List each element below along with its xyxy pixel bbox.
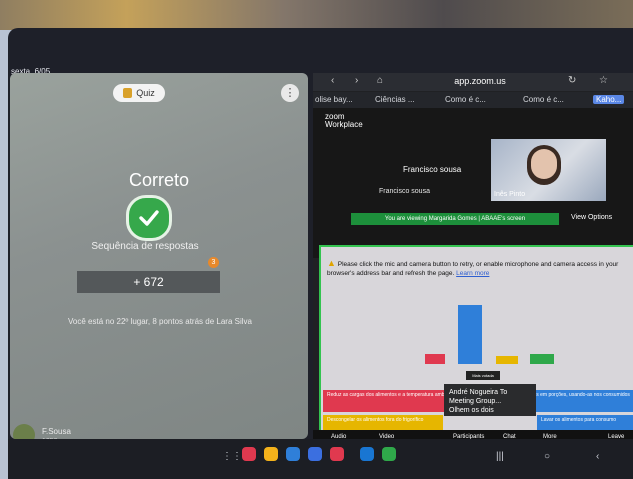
quiz-pane: Quiz ⋮ Correto Sequência de respostas 3 … — [10, 73, 308, 439]
app-icon-green[interactable] — [382, 447, 396, 461]
shared-screen: ▲ Please click the mic and camera button… — [319, 245, 633, 439]
photo-background: sexta, 6/05 Quiz ⋮ Correto Sequência de … — [0, 0, 633, 479]
quiz-chip-label: Quiz — [136, 88, 155, 98]
forward-icon[interactable]: › — [355, 75, 358, 86]
points-box: + 672 — [77, 271, 220, 293]
host-label: Francisco sousa — [379, 188, 430, 195]
chat-popup[interactable]: André Nogueira To Meeting Group... Olhem… — [444, 384, 536, 416]
app-icon-blue[interactable] — [286, 447, 300, 461]
url-field[interactable]: app.zoom.us — [405, 74, 555, 89]
answer-bar-green — [530, 354, 554, 364]
taskbar: ⋮⋮ ||| ○ ‹ — [8, 439, 633, 479]
app-icon-browser[interactable] — [360, 447, 374, 461]
most-voted-label: Mais votada — [466, 371, 500, 380]
participant-name: Inês Pinto — [494, 191, 526, 198]
zoom-logo: zoom Workplace — [325, 113, 363, 129]
warning-icon: ▲ — [327, 258, 336, 268]
app-icon-yellow[interactable] — [264, 447, 278, 461]
viewing-banner[interactable]: You are viewing Margarida Gomes | ABAAE'… — [351, 213, 559, 225]
bookmark-icon[interactable]: ☆ — [599, 75, 608, 86]
participant-face — [531, 149, 557, 179]
answer-bar-red — [425, 354, 445, 364]
back-icon[interactable]: ‹ — [331, 75, 334, 86]
background-scene — [0, 0, 633, 30]
quiz-icon — [123, 88, 133, 98]
browser-pane: ‹ › ⌂ app.zoom.us ↻ ☆ olise bay... Ciênc… — [313, 73, 633, 439]
player-name: F.Sousa — [42, 427, 71, 436]
tab-3[interactable]: Como é c... — [445, 95, 486, 104]
view-options-button[interactable]: View Options — [571, 214, 612, 221]
zoom-header: zoom Workplace Francisco sousa Francisco… — [313, 108, 633, 258]
app-icon-media[interactable] — [330, 447, 344, 461]
answer-bar-blue — [458, 305, 482, 364]
tab-strip: olise bay... Ciências ... Como é c... Co… — [313, 92, 633, 108]
home-icon[interactable]: ⌂ — [377, 75, 383, 86]
reload-icon[interactable]: ↻ — [568, 75, 576, 86]
app-icon-red[interactable] — [242, 447, 256, 461]
warning-message: ▲ Please click the mic and camera button… — [327, 259, 627, 278]
app-icon-chat[interactable] — [308, 447, 322, 461]
answer-bar-yellow — [496, 356, 518, 364]
host-name: Francisco sousa — [403, 165, 462, 174]
address-bar: ‹ › ⌂ app.zoom.us ↻ ☆ — [313, 73, 633, 91]
tab-2[interactable]: Ciências ... — [375, 95, 415, 104]
tab-5[interactable]: Kaho... — [593, 95, 625, 104]
chat-popup-title: André Nogueira To Meeting Group... — [449, 389, 508, 405]
apps-grid-icon[interactable]: ⋮⋮ — [222, 451, 242, 462]
recent-apps-icon[interactable]: ||| — [496, 451, 504, 462]
participant-video[interactable]: Inês Pinto — [491, 139, 606, 201]
tablet-screen: sexta, 6/05 Quiz ⋮ Correto Sequência de … — [8, 28, 633, 479]
streak-label: Sequência de respostas — [91, 241, 199, 252]
chat-popup-message: Olhem os dois — [449, 407, 494, 414]
result-title: Correto — [128, 170, 190, 190]
status-bar: sexta, 6/05 — [8, 28, 633, 76]
back-nav-icon[interactable]: ‹ — [596, 451, 599, 462]
quiz-chip[interactable]: Quiz — [113, 84, 165, 102]
avatar — [13, 424, 35, 439]
more-options-icon[interactable]: ⋮ — [281, 84, 299, 102]
tab-4[interactable]: Como é c... — [523, 95, 564, 104]
check-icon — [126, 195, 172, 241]
rank-text: Você está no 22º lugar, 8 pontos atrás d… — [68, 317, 252, 326]
streak-badge: 3 — [208, 257, 219, 268]
home-button-icon[interactable]: ○ — [544, 451, 550, 462]
learn-more-link[interactable]: Learn more — [456, 270, 489, 277]
tab-1[interactable]: olise bay... — [315, 95, 353, 104]
zoom-brand-bottom: Workplace — [325, 120, 363, 129]
